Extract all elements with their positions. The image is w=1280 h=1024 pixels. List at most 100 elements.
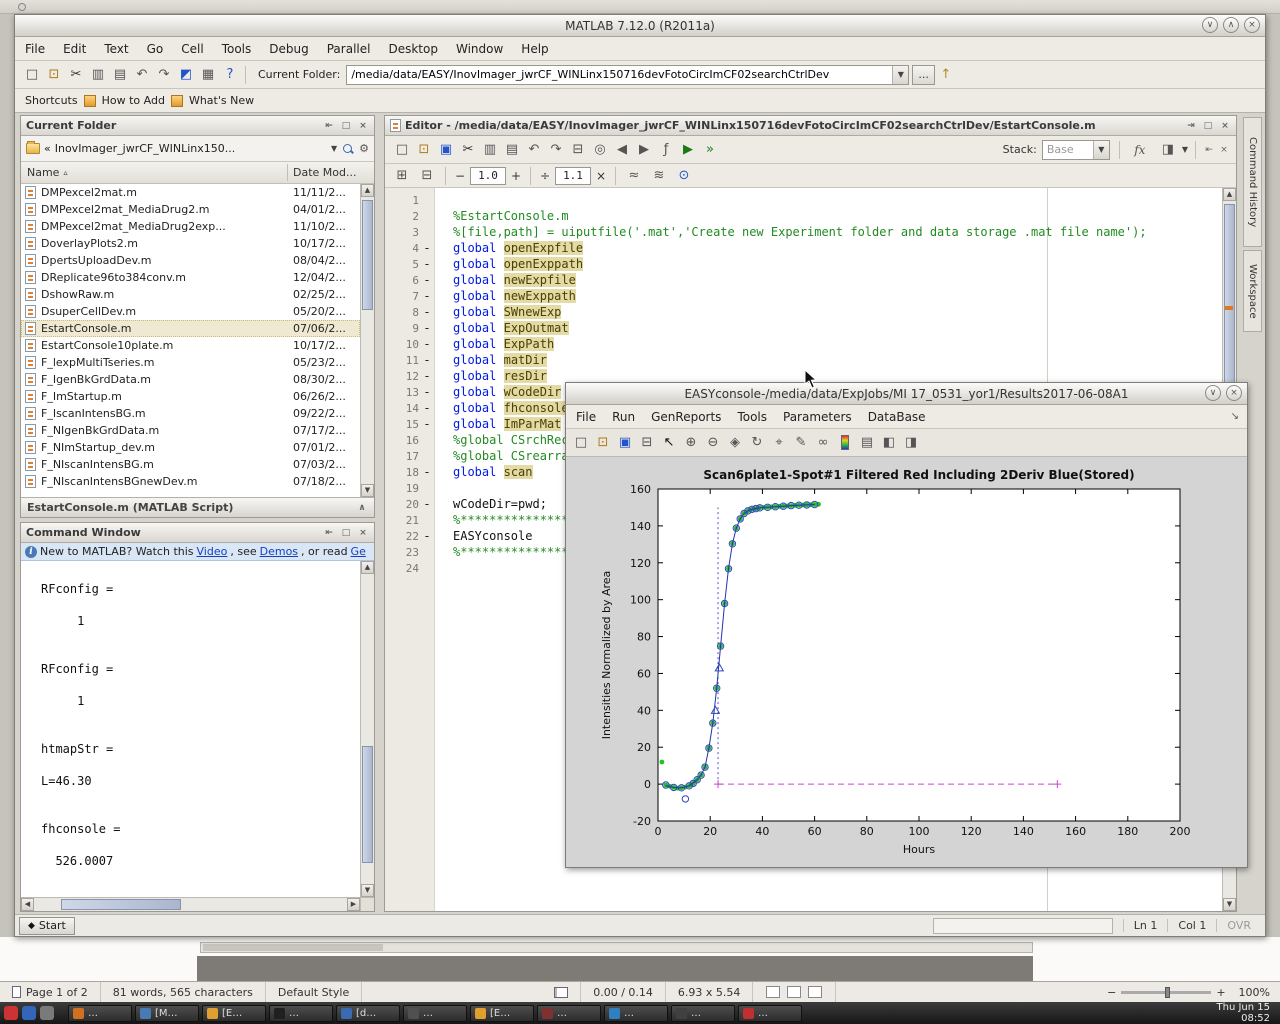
close-icon[interactable]: × bbox=[1219, 121, 1231, 131]
file-row[interactable]: EstartConsole.m07/06/2... bbox=[21, 320, 360, 337]
zoom-in-icon[interactable]: + bbox=[1216, 986, 1225, 999]
run-advance-icon[interactable]: » bbox=[700, 140, 720, 160]
file-row[interactable]: F_IscanIntensBG.m09/22/2... bbox=[21, 405, 360, 422]
file-list-column-headers[interactable]: Name ▵ Date Mod... bbox=[21, 162, 374, 184]
cell-options-icon[interactable]: ⊟ bbox=[417, 166, 437, 186]
zoom-out-icon[interactable]: − bbox=[1107, 986, 1116, 999]
column-name[interactable]: Name bbox=[27, 166, 59, 179]
info-icon[interactable]: ⊙ bbox=[674, 166, 694, 186]
go-forward-icon[interactable]: ▶ bbox=[634, 140, 654, 160]
view-layout-buttons[interactable] bbox=[753, 982, 836, 1002]
column-date[interactable]: Date Mod... bbox=[293, 166, 356, 179]
fig-menu-genreports[interactable]: GenReports bbox=[651, 410, 721, 424]
insert-legend-icon[interactable]: ▤ bbox=[857, 433, 877, 453]
single-page-view-icon[interactable] bbox=[766, 986, 780, 998]
zoom-in-icon[interactable]: ⊕ bbox=[681, 433, 701, 453]
close-icon[interactable]: × bbox=[1244, 17, 1260, 33]
cut-icon[interactable]: ✂ bbox=[458, 140, 478, 160]
data-cursor-icon[interactable]: ⌖ bbox=[769, 433, 789, 453]
tab-workspace[interactable]: Workspace bbox=[1243, 250, 1262, 332]
page-indicator[interactable]: Page 1 of 2 bbox=[0, 982, 101, 1002]
book-view-icon[interactable] bbox=[542, 982, 581, 1002]
code-line[interactable]: 2 %EstartConsole.m bbox=[385, 208, 1220, 224]
open-file-icon[interactable]: ⊡ bbox=[593, 433, 613, 453]
scrollbar-thumb[interactable] bbox=[362, 746, 373, 864]
eval-cell-icon[interactable]: ≈ bbox=[624, 166, 644, 186]
pointer-icon[interactable]: ↖ bbox=[659, 433, 679, 453]
file-row[interactable]: F_NIscanIntensBGnewDev.m07/18/2... bbox=[21, 473, 360, 490]
zoom-slider-knob[interactable] bbox=[1165, 987, 1170, 998]
zoom-percentage[interactable]: 100% bbox=[1231, 986, 1270, 999]
writer-scrollbar[interactable] bbox=[200, 942, 1033, 953]
cut-icon[interactable]: ✂ bbox=[66, 65, 86, 85]
fig-menu-run[interactable]: Run bbox=[612, 410, 635, 424]
open-file-icon[interactable]: ⊡ bbox=[414, 140, 434, 160]
code-line[interactable]: 5-global openExppath bbox=[385, 256, 1220, 272]
insert-cell-icon[interactable]: ⊞ bbox=[392, 166, 412, 186]
file-row[interactable]: DMPexcel2mat.m11/11/2... bbox=[21, 184, 360, 201]
stack-value[interactable] bbox=[1043, 141, 1093, 159]
taskbar-clock[interactable]: Thu Jun 15 08:52 bbox=[1217, 1002, 1277, 1024]
minimize-icon[interactable]: ∨ bbox=[1202, 17, 1218, 33]
redo-icon[interactable]: ↷ bbox=[154, 65, 174, 85]
folder-address-text[interactable]: InovImager_jwrCF_WINLinx150... bbox=[55, 142, 236, 155]
help-icon[interactable]: ? bbox=[220, 65, 240, 85]
code-line[interactable]: 1 bbox=[385, 192, 1220, 208]
menu-file[interactable]: File bbox=[25, 42, 45, 56]
dock-icon[interactable]: ⇤ bbox=[323, 121, 335, 131]
scrollbar-thumb[interactable] bbox=[61, 899, 181, 910]
value-step-field[interactable]: 1.0 bbox=[470, 167, 506, 185]
file-row[interactable]: EstartConsole10plate.m10/17/2... bbox=[21, 337, 360, 354]
command-window-vscrollbar[interactable]: ▲ ▼ bbox=[360, 561, 374, 897]
minimize-icon[interactable]: ∨ bbox=[1205, 385, 1221, 401]
print-figure-icon[interactable]: ⊟ bbox=[637, 433, 657, 453]
browse-folder-button[interactable]: ... bbox=[912, 65, 935, 85]
file-row[interactable]: F_IgenBkGrdData.m08/30/2... bbox=[21, 371, 360, 388]
print-icon[interactable]: ⊟ bbox=[568, 140, 588, 160]
start-button[interactable]: ◆ Start bbox=[19, 917, 75, 935]
tab-command-history[interactable]: Command History bbox=[1243, 117, 1262, 247]
open-file-icon[interactable]: ⊡ bbox=[44, 65, 64, 85]
split-screen-icon[interactable]: ◨ bbox=[1158, 140, 1178, 160]
taskbar-window-button[interactable]: [E… bbox=[470, 1005, 534, 1022]
dock-icon[interactable]: ⇥ bbox=[1185, 121, 1197, 131]
close-icon[interactable]: × bbox=[357, 121, 369, 131]
show-plot-tools-icon[interactable]: ◧ bbox=[879, 433, 899, 453]
scroll-right-icon[interactable]: ▶ bbox=[347, 898, 360, 911]
menu-tools[interactable]: Tools bbox=[222, 42, 252, 56]
new-figure-icon[interactable]: □ bbox=[571, 433, 591, 453]
eval-cell-advance-icon[interactable]: ≋ bbox=[649, 166, 669, 186]
scrollbar-thumb[interactable] bbox=[362, 200, 373, 310]
fig-menu-parameters[interactable]: Parameters bbox=[783, 410, 852, 424]
undock-icon[interactable]: □ bbox=[340, 528, 352, 538]
save-figure-icon[interactable]: ▣ bbox=[615, 433, 635, 453]
file-row[interactable]: DMPexcel2mat_MediaDrug2.m04/01/2... bbox=[21, 201, 360, 218]
simulink-icon[interactable]: ◩ bbox=[176, 65, 196, 85]
menu-cell[interactable]: Cell bbox=[181, 42, 203, 56]
collapse-chevron-icon[interactable]: ∧ bbox=[356, 503, 368, 513]
overwrite-indicator[interactable]: OVR bbox=[1216, 919, 1261, 932]
zoom-out-icon[interactable]: ⊖ bbox=[703, 433, 723, 453]
file-row[interactable]: F_NImStartup_dev.m07/01/2... bbox=[21, 439, 360, 456]
code-line[interactable]: 3 %[file,path] = uiputfile('.mat','Creat… bbox=[385, 224, 1220, 240]
function-browser-icon[interactable]: fx bbox=[1130, 140, 1150, 160]
run-icon[interactable]: ▶ bbox=[678, 140, 698, 160]
file-row[interactable]: F_NIgenBkGrdData.m07/17/2... bbox=[21, 422, 360, 439]
shortcut-icon[interactable] bbox=[84, 95, 96, 107]
file-row[interactable]: F_NIscanIntensBG.m07/03/2... bbox=[21, 456, 360, 473]
book-page-view-icon[interactable] bbox=[808, 986, 822, 998]
word-count[interactable]: 81 words, 565 characters bbox=[101, 982, 266, 1002]
undo-icon[interactable]: ↶ bbox=[524, 140, 544, 160]
insert-colorbar-icon[interactable] bbox=[841, 435, 849, 450]
copy-icon[interactable]: ▥ bbox=[88, 65, 108, 85]
redo-icon[interactable]: ↷ bbox=[546, 140, 566, 160]
link-plot-icon[interactable]: ∞ bbox=[813, 433, 833, 453]
taskbar-window-button[interactable]: … bbox=[68, 1005, 132, 1022]
taskbar-window-button[interactable]: … bbox=[403, 1005, 467, 1022]
increment-value-button[interactable]: + bbox=[509, 169, 523, 183]
dock-icon[interactable]: ⇤ bbox=[1203, 145, 1215, 155]
pan-icon[interactable]: ◈ bbox=[725, 433, 745, 453]
shortcut-whats-new[interactable]: What's New bbox=[189, 94, 254, 107]
zoom-control[interactable]: − + 100% bbox=[1097, 986, 1280, 999]
code-line[interactable]: 7-global newExppath bbox=[385, 288, 1220, 304]
